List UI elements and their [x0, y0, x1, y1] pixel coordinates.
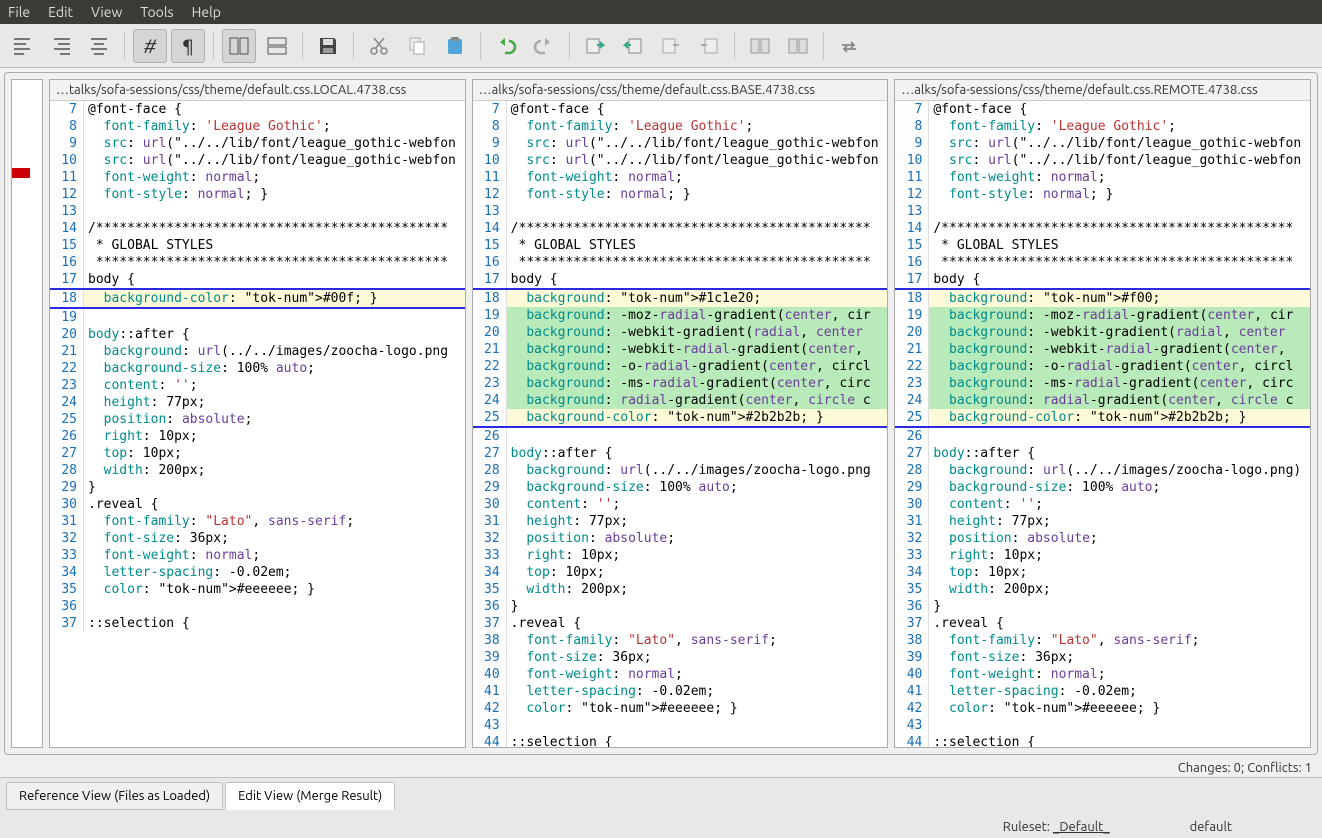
pane-header-remote: …alks/sofa-sessions/css/theme/default.cs… — [895, 80, 1310, 101]
menu-view[interactable]: View — [91, 4, 122, 20]
separator — [302, 32, 303, 60]
menu-file[interactable]: File — [8, 4, 30, 20]
merge-3-icon[interactable] — [654, 29, 688, 63]
undo-icon[interactable] — [489, 29, 523, 63]
overview-strip[interactable] — [11, 79, 43, 748]
main-area: …talks/sofa-sessions/css/theme/default.c… — [0, 68, 1322, 777]
save-icon[interactable] — [311, 29, 345, 63]
cut-icon[interactable] — [362, 29, 396, 63]
separator — [213, 32, 214, 60]
separator — [353, 32, 354, 60]
separator — [480, 32, 481, 60]
align-center-icon[interactable] — [82, 29, 116, 63]
pilcrow-icon[interactable]: ¶ — [171, 29, 205, 63]
separator — [823, 32, 824, 60]
menu-help[interactable]: Help — [192, 4, 221, 20]
tab-reference-view[interactable]: Reference View (Files as Loaded) — [6, 782, 223, 810]
hash-icon[interactable]: # — [133, 29, 167, 63]
bottom-tabs: Reference View (Files as Loaded) Edit Vi… — [0, 777, 1322, 816]
changes-counter: Changes: 0; Conflicts: 1 — [0, 759, 1322, 777]
paste-icon[interactable] — [438, 29, 472, 63]
pane-header-base: …alks/sofa-sessions/css/theme/default.cs… — [473, 80, 888, 101]
separator — [569, 32, 570, 60]
menu-edit[interactable]: Edit — [48, 4, 73, 20]
align-left-icon[interactable] — [6, 29, 40, 63]
menubar: File Edit View Tools Help — [0, 0, 1322, 24]
pane-header-local: …talks/sofa-sessions/css/theme/default.c… — [50, 80, 465, 101]
merge-2-icon[interactable] — [616, 29, 650, 63]
code-local[interactable]: 7@font-face {8 font-family: 'League Goth… — [50, 101, 465, 747]
merge-4-icon[interactable] — [692, 29, 726, 63]
tab-edit-view[interactable]: Edit View (Merge Result) — [225, 782, 395, 810]
toolbar: # ¶ — [0, 24, 1322, 68]
pane-base: …alks/sofa-sessions/css/theme/default.cs… — [472, 79, 889, 748]
separator — [124, 32, 125, 60]
sync-icon[interactable] — [832, 29, 866, 63]
code-base[interactable]: 7@font-face {8 font-family: 'League Goth… — [473, 101, 888, 747]
statusbar: Ruleset: _Default_ default — [0, 816, 1322, 838]
panes-container: …talks/sofa-sessions/css/theme/default.c… — [4, 72, 1318, 755]
diff-1-icon[interactable] — [743, 29, 777, 63]
redo-icon[interactable] — [527, 29, 561, 63]
status-ruleset: Ruleset: _Default_ — [1003, 820, 1110, 834]
menu-tools[interactable]: Tools — [140, 4, 173, 20]
merge-1-icon[interactable] — [578, 29, 612, 63]
code-remote[interactable]: 7@font-face {8 font-family: 'League Goth… — [895, 101, 1310, 747]
diff-2-icon[interactable] — [781, 29, 815, 63]
copy-icon[interactable] — [400, 29, 434, 63]
status-mode: default — [1190, 820, 1232, 834]
align-right-icon[interactable] — [44, 29, 78, 63]
split-horizontal-icon[interactable] — [260, 29, 294, 63]
split-vertical-icon[interactable] — [222, 29, 256, 63]
pane-remote: …alks/sofa-sessions/css/theme/default.cs… — [894, 79, 1311, 748]
separator — [734, 32, 735, 60]
pane-local: …talks/sofa-sessions/css/theme/default.c… — [49, 79, 466, 748]
